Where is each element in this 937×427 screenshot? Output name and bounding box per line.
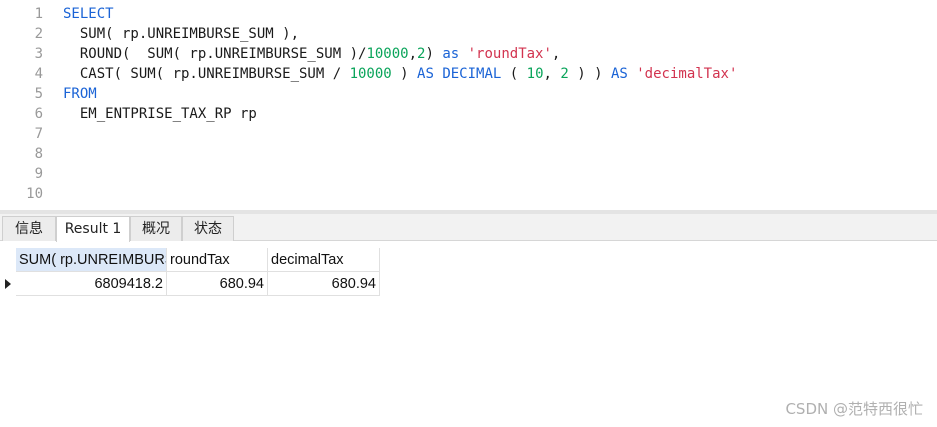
line-number: 5 xyxy=(34,86,43,102)
code-line[interactable]: CAST( SUM( rp.UNREIMBURSE_SUM / 10000 ) … xyxy=(63,64,937,84)
watermark: CSDN @范特西很忙 xyxy=(785,400,923,418)
tab-status[interactable]: 状态 xyxy=(182,216,234,241)
current-row-indicator-icon xyxy=(0,272,16,296)
line-number: 9 xyxy=(34,166,43,182)
code-token: , xyxy=(551,46,561,62)
code-token: , xyxy=(543,66,561,82)
code-line[interactable]: FROM xyxy=(63,84,937,104)
sql-editor[interactable]: 1 2 3 4 5 6 7 8 9 10 SELECT SUM( rp.UNRE… xyxy=(0,0,937,210)
code-line[interactable] xyxy=(63,184,937,204)
table-cell[interactable]: 680.94 xyxy=(167,272,268,296)
table-cell[interactable]: 680.94 xyxy=(268,272,380,296)
code-line[interactable] xyxy=(63,124,937,144)
code-token: DECIMAL xyxy=(442,66,502,82)
code-token: 10000 xyxy=(366,46,409,62)
code-area[interactable]: SELECT SUM( rp.UNREIMBURSE_SUM ), ROUND(… xyxy=(63,4,937,204)
code-token: 2 xyxy=(560,66,569,82)
line-number: 2 xyxy=(34,26,43,42)
code-token: SELECT xyxy=(63,6,114,22)
table-cell[interactable]: 6809418.2 xyxy=(16,272,167,296)
code-line[interactable]: SELECT xyxy=(63,4,937,24)
line-number: 4 xyxy=(34,66,43,82)
code-token: 10000 xyxy=(349,66,392,82)
line-number: 6 xyxy=(34,106,43,122)
code-token: , xyxy=(408,46,418,62)
column-header-decimaltax[interactable]: decimalTax xyxy=(268,248,380,272)
code-token: ROUND( SUM( rp.UNREIMBURSE_SUM )/ xyxy=(63,46,367,62)
line-number: 3 xyxy=(34,46,43,62)
code-line[interactable]: ROUND( SUM( rp.UNREIMBURSE_SUM )/10000,2… xyxy=(63,44,937,64)
tab-profile[interactable]: 概况 xyxy=(130,216,182,241)
code-token: CAST( SUM( rp.UNREIMBURSE_SUM / xyxy=(63,66,350,82)
code-token: ( xyxy=(501,66,527,82)
code-token: AS xyxy=(610,66,628,82)
code-token: 10 xyxy=(526,66,544,82)
code-token: as xyxy=(442,46,460,62)
code-token: 'roundTax' xyxy=(467,46,552,62)
code-token: 'decimalTax' xyxy=(636,66,738,82)
tab-info[interactable]: 信息 xyxy=(2,216,56,241)
code-line[interactable] xyxy=(63,164,937,184)
code-line[interactable]: SUM( rp.UNREIMBURSE_SUM ), xyxy=(63,24,937,44)
code-line[interactable]: EM_ENTPRISE_TAX_RP rp xyxy=(63,104,937,124)
code-token: ) ) xyxy=(568,66,611,82)
code-token: ) xyxy=(391,66,418,82)
code-token: FROM xyxy=(63,86,97,102)
line-number-gutter: 1 2 3 4 5 6 7 8 9 10 xyxy=(0,4,50,204)
line-number: 1 xyxy=(34,6,43,22)
code-token: EM_ENTPRISE_TAX_RP rp xyxy=(63,106,257,122)
tab-result-1[interactable]: Result 1 xyxy=(56,216,130,242)
line-number: 10 xyxy=(26,186,43,202)
code-token: SUM( rp.UNREIMBURSE_SUM ), xyxy=(63,26,300,42)
line-number: 7 xyxy=(34,126,43,142)
line-number: 8 xyxy=(34,146,43,162)
code-token: AS xyxy=(417,66,434,82)
column-header-roundtax[interactable]: roundTax xyxy=(167,248,268,272)
code-line[interactable] xyxy=(63,144,937,164)
code-token: ) xyxy=(425,46,443,62)
column-header-sum[interactable]: SUM( rp.UNREIMBURSE_SUM ) xyxy=(16,248,167,272)
result-tab-bar: 信息 Result 1 概况 状态 xyxy=(0,214,937,242)
